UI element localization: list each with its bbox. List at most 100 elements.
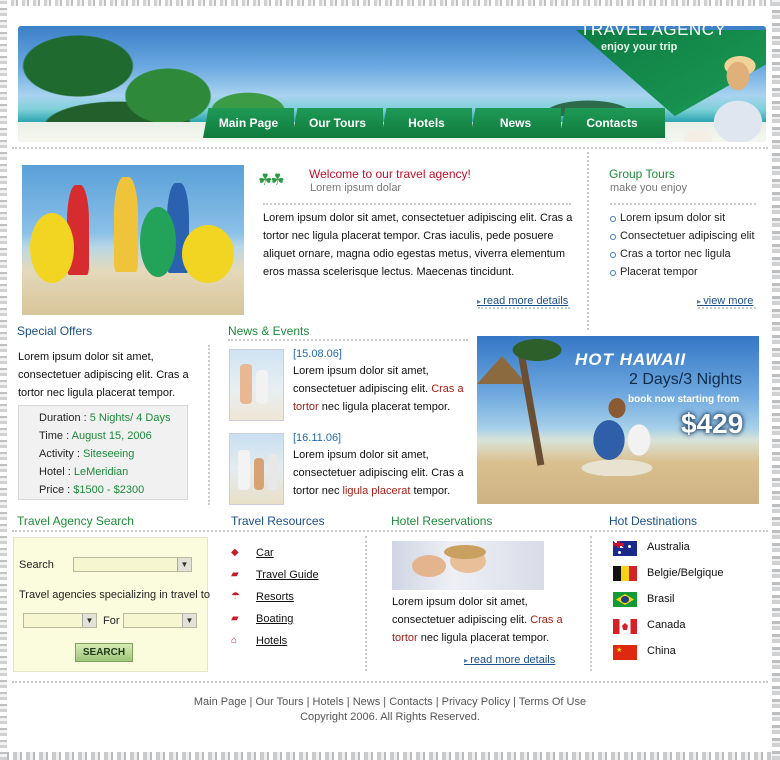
yellow-float (182, 225, 234, 283)
search-button[interactable]: SEARCH (75, 643, 133, 662)
offer-detail-row: Duration : 5 Nights/ 4 Days (39, 412, 171, 424)
reservations-body: Lorem ipsum dolor sit amet, consectetuer… (392, 596, 563, 644)
welcome-title: Welcome to our travel agency! (309, 167, 471, 181)
footer-link-hotels[interactable]: Hotels (313, 696, 344, 708)
divider (12, 681, 768, 683)
divider (208, 345, 210, 505)
divider (263, 203, 571, 205)
resource-item[interactable]: ☂ Resorts (231, 591, 294, 603)
resorts-icon: ☂ (231, 591, 240, 602)
news-body: Lorem ipsum dolor sit amet, consectetuer… (293, 449, 464, 497)
group-tours-list: Lorem ipsum dolor sit Consectetuer adipi… (610, 209, 755, 281)
divider (478, 307, 570, 309)
offer-details-box: Duration : 5 Nights/ 4 Days Time : Augus… (18, 405, 188, 500)
divider (590, 536, 592, 671)
destination-link[interactable]: Australia (647, 541, 690, 553)
person-figure (114, 177, 138, 272)
resource-item[interactable]: ◆ Car (231, 547, 274, 559)
group-tours-view-more-link[interactable]: view more (697, 295, 753, 307)
resource-item[interactable]: ▰ Boating (231, 613, 293, 625)
welcome-read-more-link[interactable]: read more details (477, 295, 568, 307)
torn-edge-top (0, 0, 780, 6)
offer-detail-row: Hotel : LeMeridian (39, 466, 129, 478)
offer-detail-row: Activity : Siteseeing (39, 448, 135, 460)
nav-tab-hotels[interactable]: Hotels (381, 108, 472, 138)
torn-edge-bottom (0, 752, 780, 760)
search-select[interactable]: ▼ (73, 557, 192, 572)
footer-links: Main Page | Our Tours | Hotels | News | … (193, 696, 587, 708)
woman-reading-image (668, 52, 766, 142)
green-float (140, 207, 176, 277)
hawaii-duration: 2 Days/3 Nights (629, 371, 742, 388)
group-tours-title: Group Tours (609, 167, 675, 181)
search-label: Search (19, 559, 54, 571)
destination-link[interactable]: China (647, 645, 676, 657)
for-label: For (103, 615, 120, 627)
offer-detail-row: Time : August 15, 2006 (39, 430, 152, 442)
torn-edge-right (772, 0, 780, 760)
couple-image (557, 396, 677, 476)
resource-item[interactable]: ▰ Travel Guide (231, 569, 319, 581)
divider (12, 147, 768, 149)
sleeping-couple-photo (392, 541, 544, 590)
travel-guide-icon: ▰ (231, 569, 239, 580)
search-title: Travel Agency Search (17, 514, 134, 528)
footer-link-main-page[interactable]: Main Page (194, 696, 247, 708)
special-offers-title: Special Offers (17, 324, 93, 338)
divider (587, 152, 589, 330)
destinations-title: Hot Destinations (609, 514, 698, 528)
belgium-flag-icon (613, 566, 637, 581)
news-date: [15.08.06] (293, 348, 342, 360)
palm-logo-icon: ☘☘ (258, 172, 285, 189)
nav-tab-main-page[interactable]: Main Page (203, 108, 294, 138)
chevron-down-icon: ▼ (82, 614, 96, 627)
footer-link-contacts[interactable]: Contacts (389, 696, 432, 708)
purpose-select[interactable]: ▼ (123, 613, 197, 628)
news-body: Lorem ipsum dolor sit amet, consectetuer… (293, 365, 464, 413)
brand-tagline: enjoy your trip (601, 41, 678, 53)
hotels-icon: ⌂ (231, 635, 238, 646)
news-title: News & Events (228, 324, 310, 338)
car-icon: ◆ (231, 547, 239, 558)
resources-title: Travel Resources (231, 514, 325, 528)
divider (698, 307, 756, 309)
footer-link-news[interactable]: News (353, 696, 381, 708)
nav-tab-news[interactable]: News (470, 108, 561, 138)
canada-flag-icon (613, 619, 637, 634)
nav-tab-contacts[interactable]: Contacts (559, 108, 665, 138)
divider (228, 339, 468, 341)
group-tours-subtitle: make you enjoy (610, 182, 688, 194)
resource-item[interactable]: ⌂ Hotels (231, 635, 287, 647)
yellow-float (30, 213, 74, 283)
list-item: Consectetuer adipiscing elit (610, 227, 755, 245)
beach-photo (22, 165, 244, 315)
nav-tab-our-tours[interactable]: Our Tours (292, 108, 383, 138)
footer-link-privacy-policy[interactable]: Privacy Policy (442, 696, 510, 708)
news-date: [16.11.06] (293, 432, 342, 444)
footer-link-terms-of-use[interactable]: Terms Of Use (519, 696, 586, 708)
main-nav: Main Page Our Tours Hotels News Contacts (203, 108, 665, 138)
welcome-body: Lorem ipsum dolor sit amet, consectetuer… (263, 212, 573, 278)
news-thumbnail (229, 433, 284, 505)
chevron-down-icon: ▼ (177, 558, 191, 571)
brand-title: TRAVEL AGENCY (580, 20, 727, 39)
reservations-read-more-link[interactable]: read more details (464, 654, 555, 666)
destination-select[interactable]: ▼ (23, 613, 97, 628)
chevron-down-icon: ▼ (182, 614, 196, 627)
special-offers-body: Lorem ipsum dolor sit amet, consectetuer… (18, 351, 189, 399)
reservations-title: Hotel Reservations (391, 514, 493, 528)
torn-edge-left (0, 0, 7, 760)
china-flag-icon: ★ (613, 645, 637, 660)
divider (12, 530, 768, 532)
destination-link[interactable]: Brasil (647, 593, 675, 605)
offer-detail-row: Price : $1500 - $2300 (39, 484, 145, 496)
destination-link[interactable]: Canada (647, 619, 686, 631)
divider (365, 536, 367, 671)
list-item: Lorem ipsum dolor sit (610, 209, 755, 227)
footer-link-our-tours[interactable]: Our Tours (255, 696, 303, 708)
list-item: Cras a tortor nec ligula (610, 245, 755, 263)
hawaii-title: HOT HAWAII (575, 350, 687, 369)
destination-link[interactable]: Belgie/Belgique (647, 567, 723, 579)
hawaii-price: $429 (681, 408, 744, 439)
australia-flag-icon (613, 541, 637, 556)
